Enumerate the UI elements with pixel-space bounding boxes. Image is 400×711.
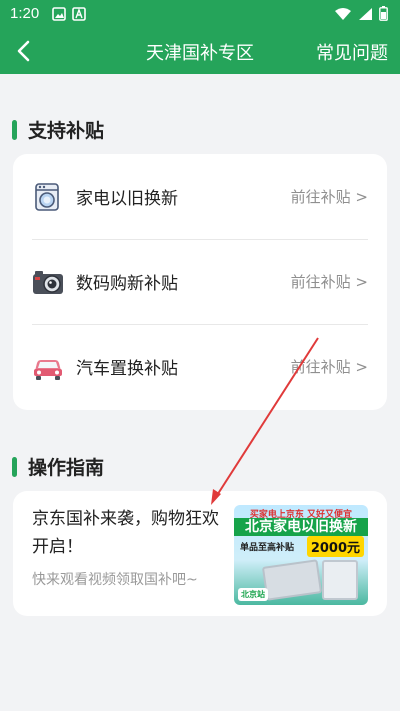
support-section-header: 支持补贴 bbox=[12, 116, 104, 143]
section-marker bbox=[12, 456, 17, 477]
subsidy-item-label: 汽车置换补贴 bbox=[76, 359, 178, 379]
go-subsidy-link[interactable]: 前往补贴 > bbox=[291, 186, 368, 207]
thumb-banner: 北京家电以旧换新 bbox=[234, 518, 368, 536]
subsidy-item-label: 家电以旧换新 bbox=[76, 189, 178, 209]
guide-subtitle: 快来观看视频领取国补吧~ bbox=[32, 572, 198, 588]
thumb-amount: 2000元 bbox=[306, 536, 364, 557]
subsidy-item-appliance[interactable]: 家电以旧换新 前往补贴 > bbox=[13, 154, 387, 239]
system-icons bbox=[334, 6, 388, 25]
car-icon bbox=[32, 352, 62, 382]
section-marker bbox=[12, 119, 17, 140]
thumb-badge: 北京站 bbox=[238, 588, 268, 601]
app-header: 1:20 天津国补专区 常见问题 bbox=[0, 0, 400, 74]
battery-icon bbox=[379, 6, 388, 25]
wifi-icon bbox=[334, 7, 352, 25]
nav-bar: 天津国补专区 常见问题 bbox=[0, 28, 400, 74]
subsidy-item-digital[interactable]: 数码购新补贴 前往补贴 > bbox=[13, 239, 387, 324]
go-subsidy-link[interactable]: 前往补贴 > bbox=[291, 356, 368, 377]
support-card: 家电以旧换新 前往补贴 > 数码购新补贴 前往补贴 > 汽车置换补贴 前往补贴 … bbox=[13, 154, 387, 410]
appliance-graphic bbox=[261, 559, 323, 601]
washing-machine-icon bbox=[32, 182, 62, 212]
notification-icons bbox=[52, 7, 86, 25]
image-notification-icon bbox=[52, 7, 66, 25]
subsidy-item-label: 数码购新补贴 bbox=[76, 274, 178, 294]
guide-video-card[interactable]: 京东国补来袭，购物狂欢开启！ 快来观看视频领取国补吧~ 买家电上京东 又好又便宜… bbox=[13, 491, 387, 616]
go-subsidy-link[interactable]: 前往补贴 > bbox=[291, 271, 368, 292]
status-time: 1:20 bbox=[10, 5, 40, 22]
signal-icon bbox=[358, 7, 373, 25]
guide-section-header: 操作指南 bbox=[12, 453, 104, 480]
support-section-title: 支持补贴 bbox=[28, 120, 105, 142]
font-notification-icon bbox=[72, 7, 86, 25]
appliance-graphic bbox=[322, 560, 358, 600]
video-thumbnail[interactable]: 买家电上京东 又好又便宜 北京家电以旧换新 单品至高补贴 2000元 北京站 bbox=[234, 505, 368, 605]
guide-section-title: 操作指南 bbox=[28, 457, 105, 479]
guide-headline: 京东国补来袭，购物狂欢开启！ bbox=[32, 509, 219, 557]
subsidy-item-car[interactable]: 汽车置换补贴 前往补贴 > bbox=[13, 324, 387, 409]
status-bar: 1:20 bbox=[0, 0, 400, 28]
faq-link[interactable]: 常见问题 bbox=[316, 39, 388, 65]
thumb-promo: 单品至高补贴 bbox=[240, 543, 295, 553]
camera-icon bbox=[32, 267, 63, 297]
